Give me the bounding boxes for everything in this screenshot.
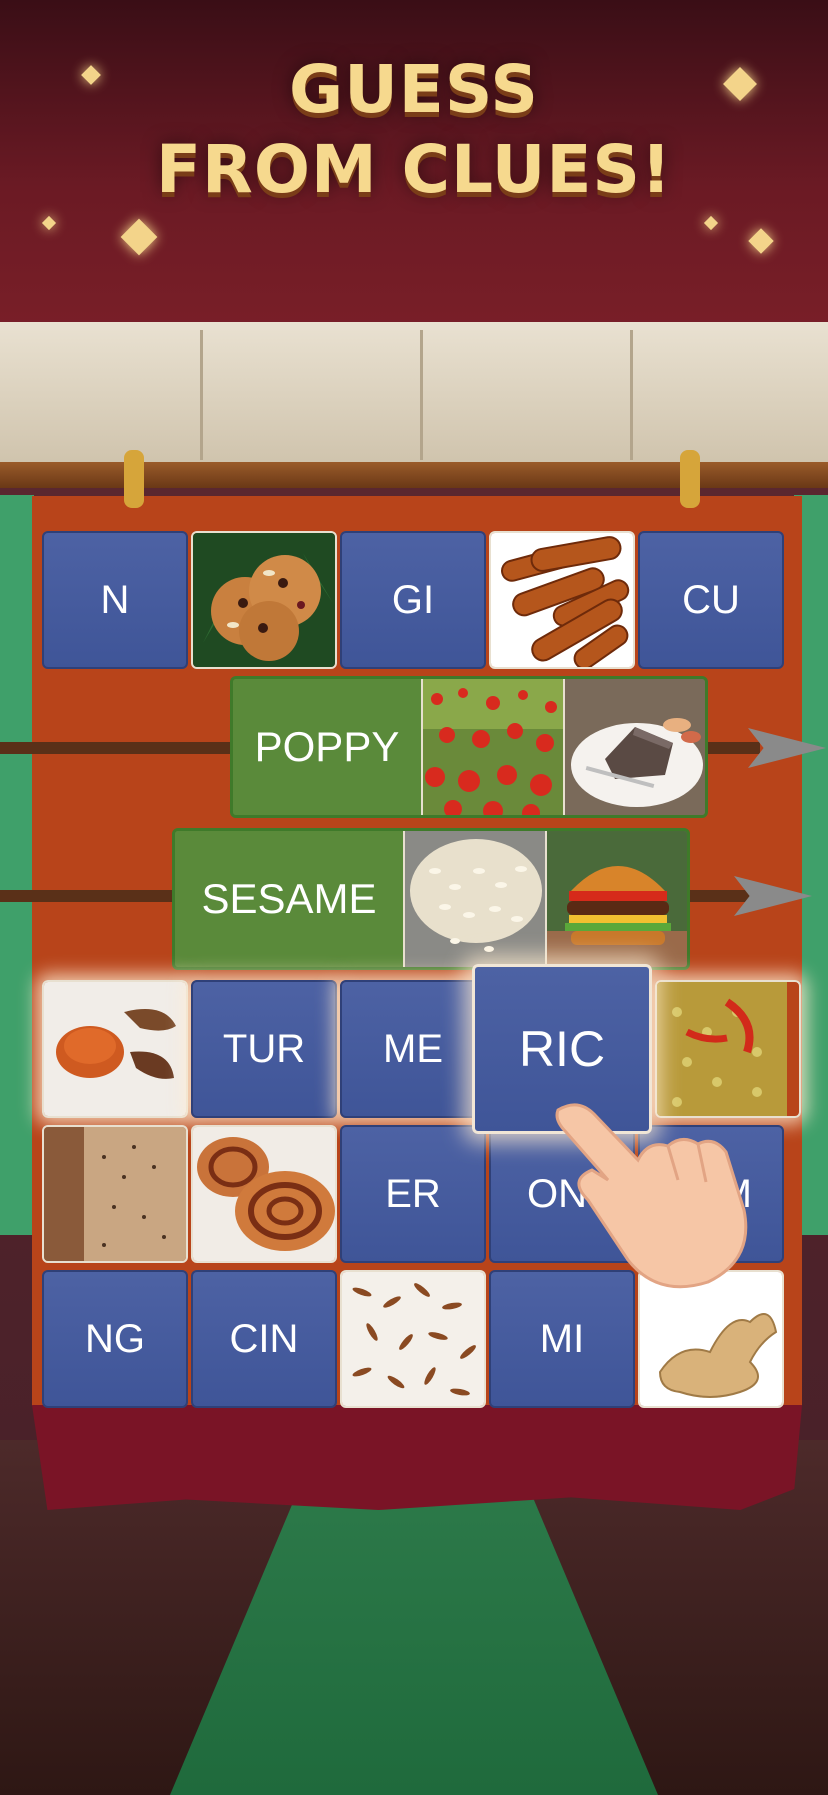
ginger-root-photo[interactable] [638, 1270, 784, 1408]
poppy-field-photo [421, 679, 565, 815]
arrow-shaft [700, 742, 760, 754]
poppy-seed-cake-photo [563, 679, 705, 815]
rod-hook [124, 450, 144, 508]
cumin-seeds-image [342, 1272, 484, 1406]
game-title: GUESS FROM CLUES! [0, 50, 828, 210]
left-pillar [0, 495, 34, 1235]
burger-image [547, 831, 687, 967]
solved-word: POPPY [233, 679, 421, 815]
sesame-seeds-image [405, 831, 547, 967]
seeded-bread-image [44, 1127, 186, 1261]
sesame-seeds-photo [403, 831, 547, 967]
letter-tile[interactable]: GI [340, 531, 486, 669]
gingerbread-cookies-image [193, 533, 335, 667]
arrow-shaft [0, 890, 180, 902]
poppy-field-image [423, 679, 565, 815]
turmeric-image [44, 982, 186, 1116]
cinnamon-sticks-image [491, 533, 633, 667]
awning-seam [420, 330, 423, 460]
turmeric-powder-photo[interactable] [42, 980, 188, 1118]
letter-tile[interactable]: ER [340, 1125, 486, 1263]
letter-tile[interactable]: MI [489, 1270, 635, 1408]
letter-tile[interactable]: ME [340, 980, 486, 1118]
letter-tile[interactable]: N [42, 531, 188, 669]
solved-word-bar: SESAME [172, 828, 690, 970]
title-line-2: FROM CLUES! [155, 131, 673, 208]
ginger-root-image [640, 1272, 782, 1406]
hand-image [555, 1103, 748, 1289]
cumin-seeds-photo[interactable] [340, 1270, 486, 1408]
cinnamon-rolls-photo[interactable] [191, 1125, 337, 1263]
letter-tile[interactable]: TUR [191, 980, 337, 1118]
letter-tile[interactable]: CIN [191, 1270, 337, 1408]
banner-tattered-edge [32, 1405, 802, 1510]
letter-tile[interactable]: NG [42, 1270, 188, 1408]
cinnamon-rolls-image [193, 1127, 335, 1261]
seeded-bread-photo[interactable] [42, 1125, 188, 1263]
rod-hook [680, 450, 700, 508]
gingerbread-cookies-photo[interactable] [191, 531, 337, 669]
awning-seam [200, 330, 203, 460]
awning [0, 322, 828, 467]
arrow-shaft [0, 742, 240, 754]
solved-word-bar: POPPY [230, 676, 708, 818]
title-line-1: GUESS [289, 51, 539, 128]
burger-bun-photo [545, 831, 687, 967]
poppy-seed-cake-image [565, 679, 705, 815]
solved-word: SESAME [175, 831, 403, 967]
awning-seam [630, 330, 633, 460]
letter-tile[interactable]: CU [638, 531, 784, 669]
pointing-hand-icon [548, 1090, 758, 1290]
cinnamon-sticks-photo[interactable] [489, 531, 635, 669]
